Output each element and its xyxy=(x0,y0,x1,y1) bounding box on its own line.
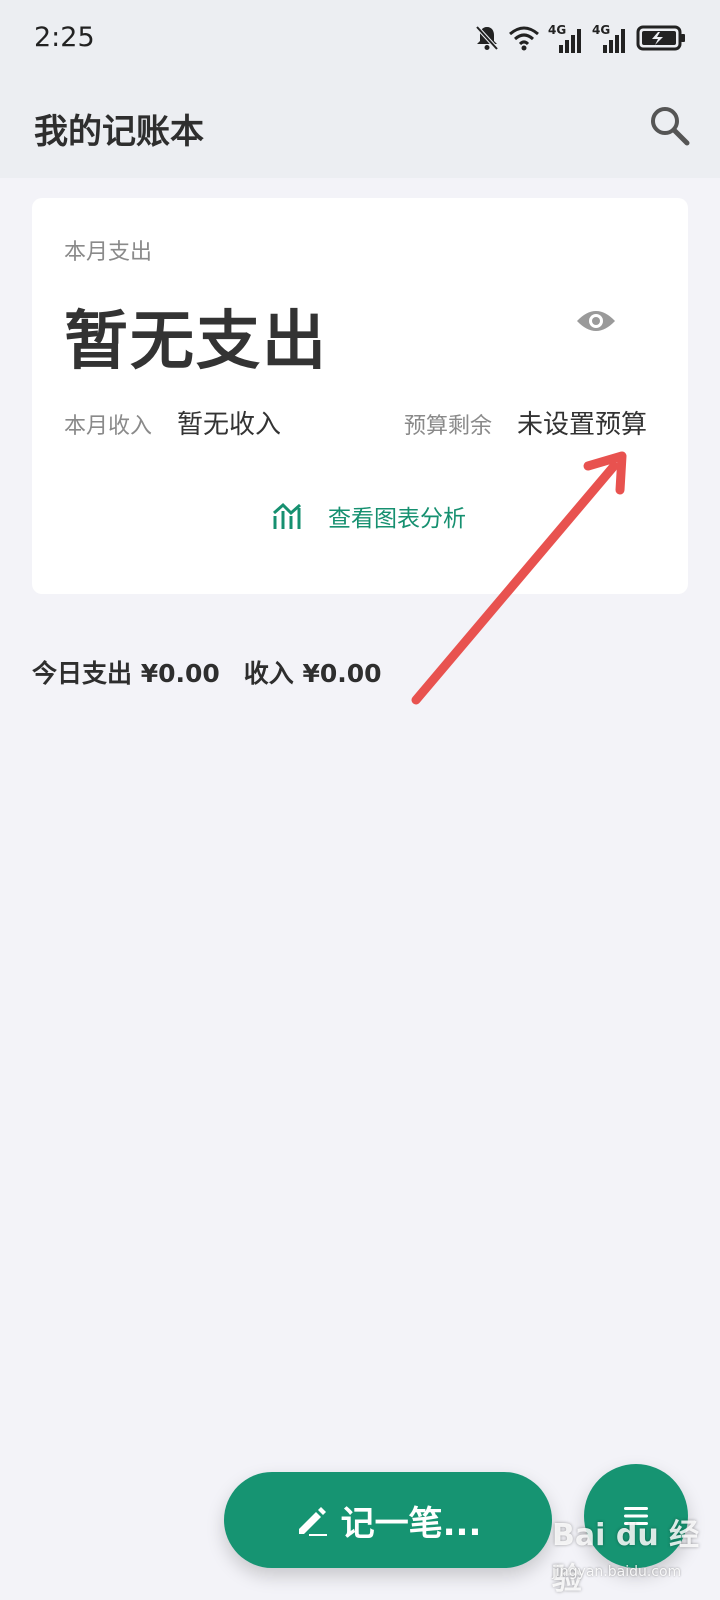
pencil-icon xyxy=(298,1507,327,1536)
top-bar: 2:25 4G 4G 我的记账本 xyxy=(0,0,720,178)
battery-icon xyxy=(636,25,685,51)
watermark-text: Bai du 经验 xyxy=(552,1518,700,1597)
budget-remaining-label[interactable]: 预算剩余 xyxy=(404,408,492,440)
signal-4g-icon: 4G xyxy=(592,23,628,53)
bell-off-icon xyxy=(475,25,499,51)
today-summary: 今日支出 ¥0.00 收入 ¥0.00 xyxy=(32,654,382,690)
eye-icon xyxy=(577,311,615,331)
chart-icon xyxy=(273,502,301,529)
month-expense-value: 暂无支出 xyxy=(64,305,328,379)
search-button[interactable] xyxy=(648,104,692,148)
watermark-url: jingyan.baidu.com xyxy=(552,1564,682,1580)
budget-remaining-value[interactable]: 未设置预算 xyxy=(517,404,647,441)
signal-4g-icon: 4G xyxy=(548,23,584,53)
today-expense: 今日支出 ¥0.00 xyxy=(32,659,220,688)
month-expense-label: 本月支出 xyxy=(64,240,153,265)
view-chart-analysis-link[interactable]: 查看图表分析 xyxy=(272,498,466,534)
toggle-visibility-button[interactable] xyxy=(575,306,617,336)
status-icons: 4G 4G xyxy=(474,22,686,54)
today-income: 收入 ¥0.00 xyxy=(243,659,382,688)
search-icon xyxy=(651,107,690,146)
page-title: 我的记账本 xyxy=(34,112,204,152)
baidu-watermark: Bai du 经验 jingyan.baidu.com xyxy=(552,1510,712,1597)
record-entry-label: 记一笔... xyxy=(340,1503,482,1544)
month-income-label: 本月收入 xyxy=(64,414,153,439)
wifi-icon xyxy=(509,26,539,51)
month-income-value: 暂无收入 xyxy=(177,410,282,440)
summary-card: 本月支出 暂无支出 本月收入 暂无收入 预算剩余 未设置预算 查看图表分析 xyxy=(32,198,688,594)
chart-link-label: 查看图表分析 xyxy=(328,506,466,532)
record-entry-button[interactable]: 记一笔... xyxy=(224,1472,552,1568)
status-time: 2:25 xyxy=(34,22,95,53)
